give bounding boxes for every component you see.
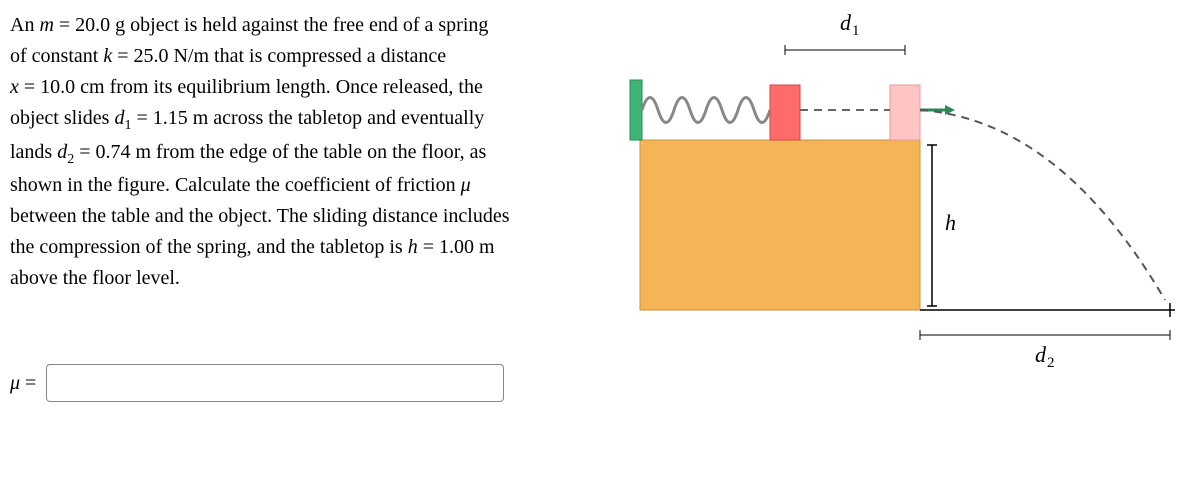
mu-input[interactable]: [46, 364, 504, 402]
text: = 0.74 m from the edge of the table on t…: [74, 141, 486, 163]
var-mu: μ: [461, 174, 471, 196]
var-k: k: [103, 45, 112, 67]
text: = 25.0 N/m that is compressed a distance: [112, 45, 446, 67]
var-h: h: [408, 236, 418, 258]
var-d1: d: [114, 107, 124, 129]
d1-sub-label: 1: [852, 23, 860, 39]
block-edge: [890, 85, 920, 140]
text: of constant: [10, 45, 103, 67]
text: shown in the figure. Calculate the coeff…: [10, 174, 461, 196]
d1-label: d: [840, 10, 852, 35]
text: the compression of the spring, and the t…: [10, 236, 408, 258]
block-start: [770, 85, 800, 140]
var-m: m: [39, 14, 53, 36]
d2-label: d: [1035, 342, 1047, 367]
text: = 20.0 g object is held against the free…: [54, 14, 489, 36]
mu-symbol: μ: [10, 372, 20, 394]
text: An: [10, 14, 39, 36]
h-label: h: [945, 210, 956, 235]
table-rect: [640, 140, 920, 310]
spring-icon: [642, 98, 770, 123]
var-x: x: [10, 76, 19, 98]
text: object slides: [10, 107, 114, 129]
answer-row: μ =: [10, 364, 600, 402]
problem-text: An m = 20.0 g object is held against the…: [10, 10, 600, 294]
physics-diagram: d 1 h d: [620, 10, 1180, 370]
var-d2: d: [57, 141, 67, 163]
text: = 10.0 cm from its equilibrium length. O…: [19, 76, 483, 98]
text: = 1.15 m across the tabletop and eventua…: [131, 107, 484, 129]
wall-rect: [630, 80, 642, 140]
answer-label: μ =: [10, 372, 36, 395]
trajectory-dash: [920, 110, 1165, 300]
text: above the floor level.: [10, 267, 180, 289]
equals: =: [20, 372, 36, 394]
text: lands: [10, 141, 57, 163]
text: between the table and the object. The sl…: [10, 205, 509, 227]
text: = 1.00 m: [418, 236, 495, 258]
d2-sub-label: 2: [1047, 355, 1055, 370]
